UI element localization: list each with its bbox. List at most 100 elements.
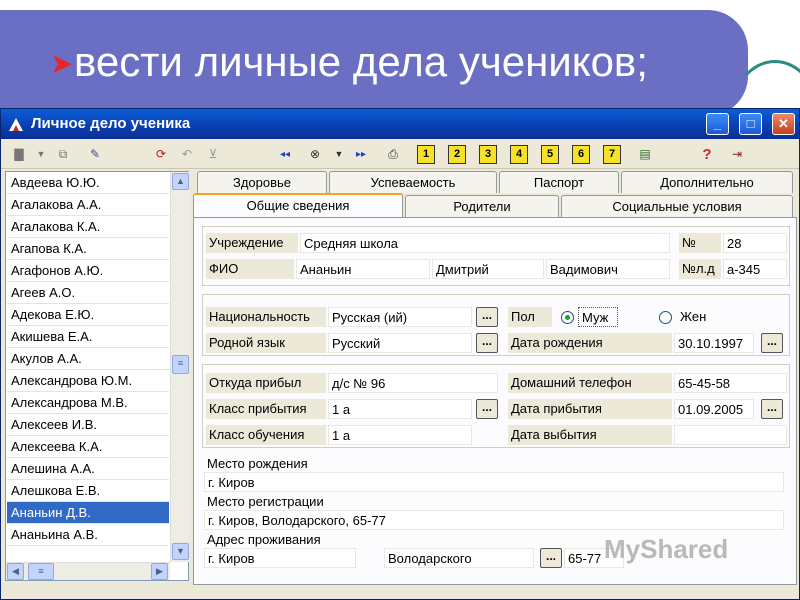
previous-record-icon[interactable]: ◂◂ [275,145,295,164]
minimize-button[interactable]: _ [706,113,729,135]
list-item[interactable]: Алешкова Е.В. [7,480,169,502]
number-field[interactable]: 28 [723,233,787,253]
native-language-label: Родной язык [206,333,326,353]
sex-female-radio[interactable] [659,311,672,324]
undo-icon[interactable]: ↶ [177,145,197,164]
list-item[interactable]: Александрова Ю.М. [7,370,169,392]
list-item[interactable]: Александрова М.В. [7,392,169,414]
sex-female-label[interactable]: Жен [677,307,717,327]
registration-field[interactable]: г. Киров, Володарского, 65-77 [204,510,784,530]
tab-progress[interactable]: Успеваемость [329,171,497,193]
institution-field[interactable]: Средняя школа [300,233,670,253]
list-item[interactable]: Акишева Е.А. [7,326,169,348]
arrival-date-field[interactable]: 01.09.2005 [674,399,754,419]
scroll-left-icon[interactable]: ◀ [7,563,24,580]
list-item[interactable]: Алексеева К.А. [7,436,169,458]
copy-icon[interactable]: ⧉ [53,145,73,164]
first-name-field[interactable]: Дмитрий [432,259,544,279]
maximize-button[interactable]: □ [739,113,762,135]
tab-passport[interactable]: Паспорт [499,171,619,193]
toolbar-button-6[interactable]: 6 [572,145,590,164]
sex-male-radio[interactable] [561,311,574,324]
list-item[interactable]: Авдеева Ю.Ю. [7,172,169,194]
new-document-icon[interactable]: ▇ [9,145,29,164]
list-item[interactable]: Агалакова К.А. [7,216,169,238]
scroll-thumb[interactable]: ≡ [172,355,189,374]
home-phone-label: Домашний телефон [508,373,672,393]
list-vertical-scrollbar[interactable]: ▲ ≡ ▼ [170,172,189,562]
list-item[interactable]: Агапова К.А. [7,238,169,260]
nationality-field[interactable]: Русская (ий) [328,307,472,327]
list-item-selected[interactable]: Ананьин Д.В. [7,502,169,524]
arrived-from-field[interactable]: д/с № 96 [328,373,498,393]
tab-general[interactable]: Общие сведения [193,193,403,217]
next-record-icon[interactable]: ▸▸ [351,145,371,164]
residence-street-field[interactable]: Володарского [384,548,534,568]
list-item[interactable]: Ананьина А.В. [7,524,169,546]
hscroll-thumb[interactable]: ≡ [28,563,54,580]
home-phone-field[interactable]: 65-45-58 [674,373,787,393]
residence-city-field[interactable]: г. Киров [204,548,356,568]
window-titlebar[interactable]: Личное дело ученика _ □ ✕ [1,109,799,139]
arrival-class-field[interactable]: 1 а [328,399,472,419]
toolbar-button-2[interactable]: 2 [448,145,466,164]
study-class-field[interactable]: 1 а [328,425,472,445]
dropdown-arrow-icon[interactable]: ▼ [31,145,51,164]
student-list[interactable]: Авдеева Ю.Ю. Агалакова А.А. Агалакова К.… [5,171,189,581]
filter-icon[interactable]: ⊻ [203,145,223,164]
birth-date-field[interactable]: 30.10.1997 [674,333,754,353]
number-label: № [679,233,721,253]
report-icon[interactable]: ▤ [635,145,655,164]
list-item[interactable]: Агалакова А.А. [7,194,169,216]
help-button[interactable]: ? [697,145,717,164]
street-picker-button[interactable]: ... [540,548,562,568]
tab-parents[interactable]: Родители [405,195,559,217]
edit-icon[interactable]: ✎ [85,145,105,164]
fio-label: ФИО [206,259,294,279]
toolbar-button-3[interactable]: 3 [479,145,497,164]
scroll-right-icon[interactable]: ▶ [151,563,168,580]
patronymic-field[interactable]: Вадимович [546,259,670,279]
birth-date-label: Дата рождения [508,333,672,353]
file-number-field[interactable]: а-345 [723,259,787,279]
registration-label: Место регистрации [207,494,324,509]
bullet-arrow-icon: ➤ [50,48,74,79]
language-picker-button[interactable]: ... [476,333,498,353]
arrival-class-picker-button[interactable]: ... [476,399,498,419]
exit-door-icon[interactable]: ⇥ [727,145,747,164]
list-item[interactable]: Алексеев И.В. [7,414,169,436]
arrival-date-picker-button[interactable]: ... [761,399,783,419]
list-item[interactable]: Агафонов А.Ю. [7,260,169,282]
find-binoculars-icon[interactable]: ⊗ [305,145,325,164]
toolbar-button-1[interactable]: 1 [417,145,435,164]
toolbar-button-4[interactable]: 4 [510,145,528,164]
birthplace-label: Место рождения [207,456,308,471]
birth-date-picker-button[interactable]: ... [761,333,783,353]
print-icon[interactable]: ⎙ [383,145,403,164]
student-record-window: Личное дело ученика _ □ ✕ ▇ ▼ ⧉ ✎ ⟳ ↶ ⊻ … [0,108,800,600]
close-button[interactable]: ✕ [772,113,795,135]
birthplace-field[interactable]: г. Киров [204,472,784,492]
native-language-field[interactable]: Русский [328,333,472,353]
list-item[interactable]: Адекова Е.Ю. [7,304,169,326]
list-horizontal-scrollbar[interactable]: ◀ ≡ ▶ [6,562,170,580]
scroll-up-icon[interactable]: ▲ [172,173,189,190]
arrival-date-label: Дата прибытия [508,399,672,419]
scroll-down-icon[interactable]: ▼ [172,543,189,560]
list-item[interactable]: Агеев А.О. [7,282,169,304]
sex-male-label[interactable]: Муж [578,307,618,327]
find-dropdown-icon[interactable]: ▼ [329,145,349,164]
nationality-picker-button[interactable]: ... [476,307,498,327]
tab-health[interactable]: Здоровье [197,171,327,193]
last-name-field[interactable]: Ананьин [296,259,430,279]
leave-date-label: Дата выбытия [508,425,672,445]
tab-additional[interactable]: Дополнительно [621,171,793,193]
leave-date-field[interactable] [674,425,787,445]
list-item[interactable]: Алешина А.А. [7,458,169,480]
list-item[interactable]: Акулов А.А. [7,348,169,370]
tab-social[interactable]: Социальные условия [561,195,793,217]
refresh-icon[interactable]: ⟳ [151,145,171,164]
toolbar-button-7[interactable]: 7 [603,145,621,164]
slide-title: вести личные дела учеников; [74,38,648,85]
toolbar-button-5[interactable]: 5 [541,145,559,164]
